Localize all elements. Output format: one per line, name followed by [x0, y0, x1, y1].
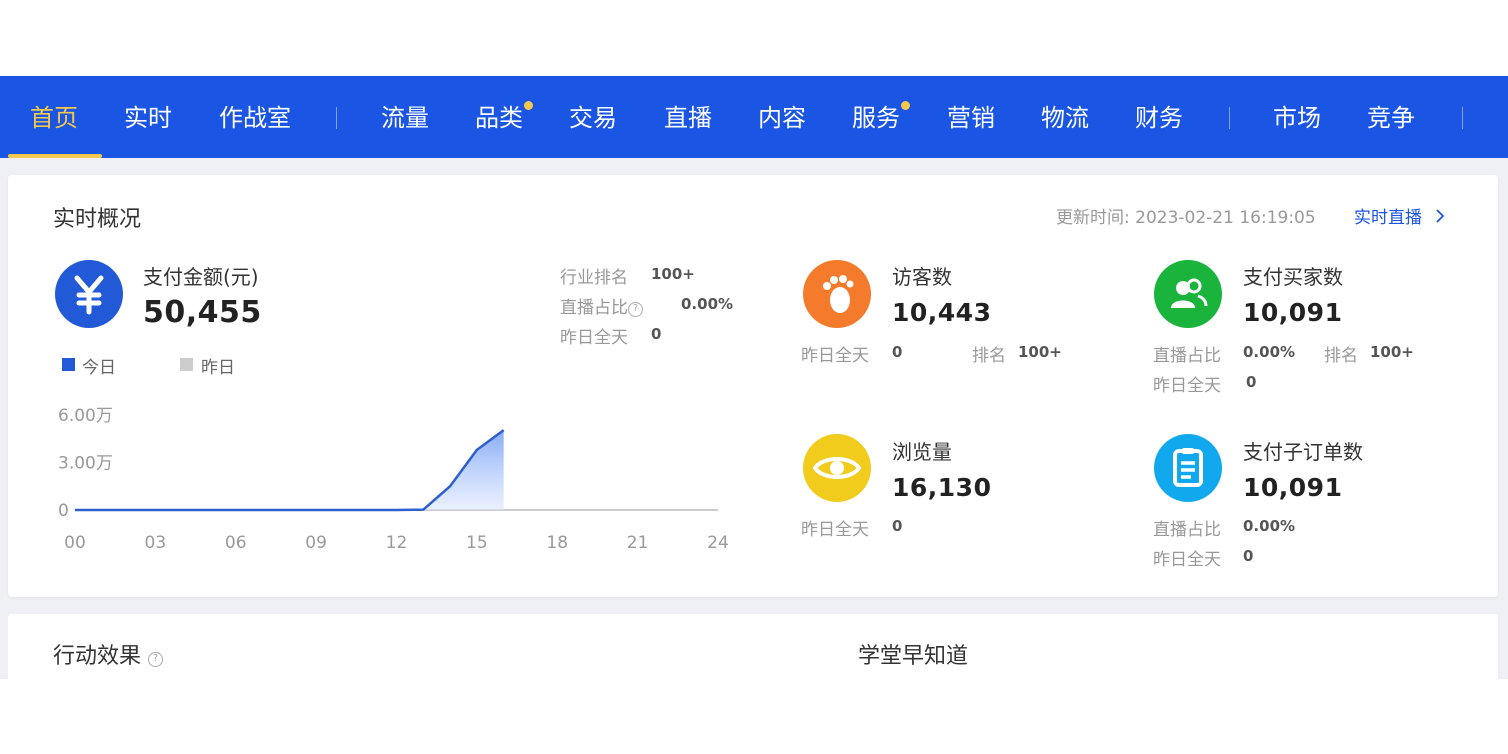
academy-title: 学堂早知道 — [858, 644, 969, 669]
payment-value: 50,455 — [143, 295, 262, 330]
legend-yesterday-swatch — [180, 358, 193, 371]
nav-tab-1[interactable]: 实时 — [124, 76, 172, 158]
visitors-yesterday-value: 0 — [892, 343, 903, 361]
sub-orders-live-share-value: 0.00% — [1243, 517, 1296, 535]
actions-card: 行动效果 ? 学堂早知道 — [8, 614, 1498, 679]
visitors-yesterday-label: 昨日全天 — [801, 346, 869, 366]
series-today-area — [75, 430, 504, 510]
buyers-yesterday-value: 0 — [1246, 373, 1257, 391]
live-link-label: 实时直播 — [1354, 208, 1422, 228]
chevron-right-icon — [1435, 208, 1445, 228]
sub-orders-yesterday-value: 0 — [1243, 547, 1254, 565]
x-tick-label: 24 — [707, 533, 729, 553]
users-icon — [1154, 260, 1222, 328]
yesterday-label: 昨日全天 — [560, 328, 628, 348]
buyers-value: 10,091 — [1243, 298, 1343, 327]
yuan-icon — [55, 260, 123, 328]
nav-tab-13[interactable]: 竞争 — [1367, 76, 1415, 158]
x-tick-label: 00 — [64, 533, 86, 553]
pageviews-yesterday-value: 0 — [892, 517, 903, 535]
nav-tab-12[interactable]: 市场 — [1273, 76, 1321, 158]
nav-separator — [1462, 107, 1463, 129]
payment-label: 支付金额(元) — [143, 265, 259, 289]
x-tick-label: 09 — [305, 533, 327, 553]
buyers-live-share-value: 0.00% — [1243, 343, 1296, 361]
live-share-label-text: 直播占比 — [560, 298, 628, 318]
footprint-icon — [803, 260, 871, 328]
sub-orders-value: 10,091 — [1243, 473, 1343, 502]
nav-tab-11[interactable]: 财务 — [1135, 76, 1183, 158]
help-icon[interactable]: ? — [628, 302, 643, 317]
nav-separator — [1229, 107, 1230, 129]
nav-tab-10[interactable]: 物流 — [1041, 76, 1089, 158]
clipboard-icon — [1154, 434, 1222, 502]
buyers-rank-label: 排名 — [1324, 346, 1358, 366]
section-title: 实时概况 — [53, 207, 142, 232]
payment-trend-chart: 6.00万3.00万000 03 06 09 12 15 18 21 24 — [58, 406, 729, 553]
visitors-rank-value: 100+ — [1018, 343, 1062, 361]
realtime-overview-card: 实时概况 更新时间: 2023-02-21 16:19:05 实时直播 支付金额… — [8, 175, 1498, 597]
nav-tab-5[interactable]: 交易 — [569, 76, 617, 158]
buyers-live-share-label: 直播占比 — [1153, 346, 1221, 366]
pageviews-label: 浏览量 — [892, 440, 952, 464]
live-share-label: 直播占比? — [560, 293, 643, 318]
buyers-label: 支付买家数 — [1243, 265, 1343, 289]
notification-dot-icon — [901, 101, 910, 110]
pageviews-yesterday-label: 昨日全天 — [801, 520, 869, 540]
x-tick-label: 12 — [386, 533, 408, 553]
update-time-value: 2023-02-21 16:19:05 — [1135, 208, 1316, 228]
actions-title: 行动效果 ? — [53, 638, 164, 670]
nav-separator — [336, 107, 337, 129]
help-icon[interactable]: ? — [148, 652, 164, 667]
visitors-value: 10,443 — [892, 298, 992, 327]
nav-tab-2[interactable]: 作战室 — [219, 76, 291, 158]
top-nav: 首页 实时 作战室 流量 品类 交易 直播 内容 服务 营销 物流 财务 市场 竞争 — [0, 76, 1508, 158]
visitors-rank-label: 排名 — [972, 346, 1006, 366]
nav-tab-6[interactable]: 直播 — [664, 76, 712, 158]
legend-today[interactable]: 今日 — [82, 353, 116, 378]
legend-yesterday[interactable]: 昨日 — [201, 353, 235, 378]
pageviews-value: 16,130 — [892, 473, 992, 502]
eye-icon — [803, 434, 871, 502]
update-time: 更新时间: 2023-02-21 16:19:05 — [1056, 203, 1316, 228]
y-tick-label: 0 — [58, 501, 69, 521]
y-tick-label: 6.00万 — [58, 406, 113, 426]
dashboard-frame: 首页 实时 作战室 流量 品类 交易 直播 内容 服务 营销 物流 财务 市场 竞争 实时概况 更新时间:… — [0, 76, 1508, 679]
nav-tab-0[interactable]: 首页 — [30, 76, 78, 158]
visitors-label: 访客数 — [892, 265, 952, 289]
notification-dot-icon — [524, 101, 533, 110]
yesterday-value: 0 — [651, 325, 662, 343]
sub-orders-live-share-label: 直播占比 — [1153, 520, 1221, 540]
x-tick-label: 18 — [546, 533, 568, 553]
live-share-value: 0.00% — [681, 295, 734, 313]
x-tick-label: 03 — [145, 533, 167, 553]
actions-title-text: 行动效果 — [53, 644, 142, 669]
x-tick-label: 06 — [225, 533, 247, 553]
x-tick-label: 21 — [627, 533, 649, 553]
y-tick-label: 3.00万 — [58, 454, 113, 474]
industry-rank-label: 行业排名 — [560, 268, 628, 288]
x-tick-label: 15 — [466, 533, 488, 553]
buyers-rank-value: 100+ — [1370, 343, 1414, 361]
nav-tab-7[interactable]: 内容 — [758, 76, 806, 158]
nav-tab-8[interactable]: 服务 — [852, 76, 900, 158]
buyers-yesterday-label: 昨日全天 — [1153, 376, 1221, 396]
nav-tab-3[interactable]: 流量 — [381, 76, 429, 158]
legend-today-swatch — [62, 358, 75, 371]
industry-rank-value: 100+ — [651, 265, 695, 283]
nav-tab-9[interactable]: 营销 — [947, 76, 995, 158]
nav-tab-4[interactable]: 品类 — [475, 76, 523, 158]
live-link[interactable]: 实时直播 — [1354, 203, 1445, 228]
sub-orders-label: 支付子订单数 — [1243, 440, 1363, 464]
sub-orders-yesterday-label: 昨日全天 — [1153, 550, 1221, 570]
active-tab-underline — [8, 154, 102, 158]
update-time-label: 更新时间: — [1056, 208, 1130, 228]
